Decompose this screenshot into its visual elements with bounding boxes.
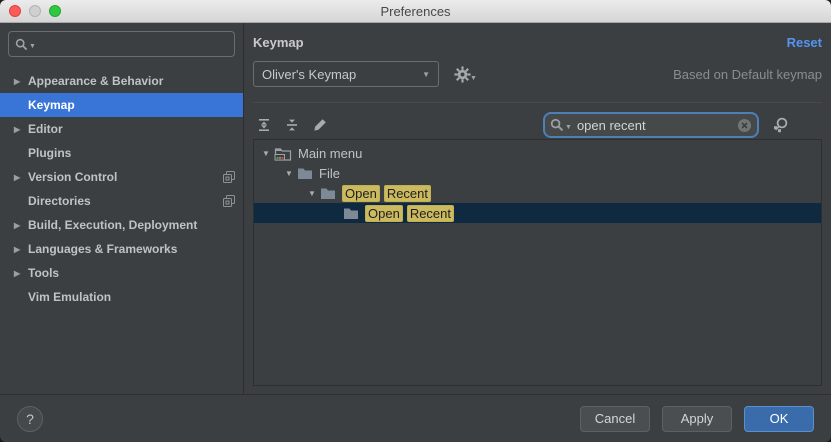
dialog-footer: ? Cancel Apply OK <box>0 395 831 442</box>
sidebar-item-label: Editor <box>28 122 235 136</box>
edit-shortcut-button[interactable] <box>309 114 331 136</box>
preferences-window: Preferences ▼ ▶ Appearance & Behavior Ke… <box>0 0 831 442</box>
sidebar-item-label: Directories <box>28 194 217 208</box>
keymap-select[interactable]: Oliver's Keymap ▼ <box>253 61 439 87</box>
tree-row-open-recent-group[interactable]: ▼ Open Recent <box>254 183 821 203</box>
sidebar-item-label: Build, Execution, Deployment <box>28 218 235 232</box>
menu-folder-icon <box>274 146 292 161</box>
titlebar: Preferences <box>0 0 831 23</box>
sidebar-item-label: Version Control <box>28 170 217 184</box>
find-actions-by-shortcut-button[interactable] <box>772 116 790 134</box>
keymap-select-value: Oliver's Keymap <box>262 67 356 82</box>
clear-search-button[interactable] <box>737 118 752 133</box>
sidebar-item-keymap[interactable]: Keymap <box>0 93 243 117</box>
ok-button[interactable]: OK <box>744 406 814 432</box>
search-match-highlight: Open <box>365 205 403 222</box>
sidebar-item-vim-emulation[interactable]: Vim Emulation <box>0 285 243 309</box>
sidebar-item-plugins[interactable]: Plugins <box>0 141 243 165</box>
keymap-settings-panel: Keymap Reset Oliver's Keymap ▼ <box>244 23 831 394</box>
search-options-caret-icon[interactable]: ▼ <box>29 43 36 50</box>
action-search-input[interactable] <box>575 117 737 134</box>
chevron-down-icon[interactable]: ▼ <box>281 169 297 178</box>
sidebar-item-tools[interactable]: ▶ Tools <box>0 261 243 285</box>
action-search-field[interactable]: ▼ <box>543 112 759 138</box>
help-button[interactable]: ? <box>17 406 43 432</box>
keymap-toolbar: ▼ <box>253 112 822 138</box>
search-match-highlight: Open <box>342 185 380 202</box>
search-icon <box>15 38 28 51</box>
gear-icon <box>454 66 471 83</box>
tree-row-main-menu[interactable]: ▼ Main menu <box>254 143 821 163</box>
folder-icon <box>343 207 359 220</box>
sidebar-item-label: Appearance & Behavior <box>28 74 235 88</box>
tree-row-file[interactable]: ▼ File <box>254 163 821 183</box>
sidebar-item-label: Keymap <box>28 98 235 112</box>
sidebar-item-editor[interactable]: ▶ Editor <box>0 117 243 141</box>
sidebar-item-label: Tools <box>28 266 235 280</box>
tree-row-label: Main menu <box>298 146 362 161</box>
cancel-button[interactable]: Cancel <box>580 406 650 432</box>
expand-all-button[interactable] <box>253 114 275 136</box>
help-icon: ? <box>26 411 34 427</box>
tree-row-label: File <box>319 166 340 181</box>
folder-icon <box>320 187 336 200</box>
page-title: Keymap <box>253 35 304 50</box>
sidebar-item-build-execution-deployment[interactable]: ▶ Build, Execution, Deployment <box>0 213 243 237</box>
chevron-right-icon[interactable]: ▶ <box>14 245 28 254</box>
chevron-right-icon[interactable]: ▶ <box>14 221 28 230</box>
based-on-label: Based on Default keymap <box>673 67 822 82</box>
find-by-shortcut-icon <box>772 116 790 134</box>
actions-tree: ▼ Main menu ▼ <box>253 139 822 386</box>
sidebar-item-label: Languages & Frameworks <box>28 242 235 256</box>
sidebar-item-appearance-behavior[interactable]: ▶ Appearance & Behavior <box>0 69 243 93</box>
search-match-highlight: Recent <box>384 185 431 202</box>
collapse-all-icon <box>284 117 300 133</box>
collapse-all-button[interactable] <box>281 114 303 136</box>
shared-settings-icon <box>223 171 235 183</box>
chevron-right-icon[interactable]: ▶ <box>14 125 28 134</box>
chevron-right-icon[interactable]: ▶ <box>14 269 28 278</box>
tree-row-open-recent-selected[interactable]: Open Recent <box>254 203 821 223</box>
settings-category-list: ▶ Appearance & Behavior Keymap ▶ Editor … <box>0 69 243 309</box>
chevron-right-icon[interactable]: ▶ <box>14 77 28 86</box>
sidebar-search-box[interactable]: ▼ <box>8 31 235 57</box>
pencil-icon <box>312 117 328 133</box>
reset-link[interactable]: Reset <box>787 35 822 50</box>
expand-all-icon <box>256 117 272 133</box>
sidebar-item-directories[interactable]: Directories <box>0 189 243 213</box>
gear-dropdown-caret-icon: ▼ <box>470 75 477 82</box>
shared-settings-icon <box>223 195 235 207</box>
clear-icon <box>737 118 752 133</box>
search-options-caret-icon[interactable]: ▼ <box>565 124 572 131</box>
sidebar-item-version-control[interactable]: ▶ Version Control <box>0 165 243 189</box>
sidebar-item-label: Vim Emulation <box>28 290 235 304</box>
sidebar-search-input[interactable] <box>36 36 228 52</box>
folder-icon <box>297 167 313 180</box>
search-icon <box>550 118 564 132</box>
search-match-highlight: Recent <box>407 205 454 222</box>
section-divider <box>253 102 822 103</box>
chevron-down-icon[interactable]: ▼ <box>258 149 274 158</box>
settings-sidebar: ▼ ▶ Appearance & Behavior Keymap ▶ Edito… <box>0 23 243 394</box>
apply-button[interactable]: Apply <box>662 406 732 432</box>
chevron-down-icon: ▼ <box>422 70 430 79</box>
sidebar-item-languages-frameworks[interactable]: ▶ Languages & Frameworks <box>0 237 243 261</box>
sidebar-item-label: Plugins <box>28 146 235 160</box>
keymap-gear-button[interactable]: ▼ <box>454 66 477 83</box>
chevron-down-icon[interactable]: ▼ <box>304 189 320 198</box>
chevron-right-icon[interactable]: ▶ <box>14 173 28 182</box>
window-title: Preferences <box>0 4 831 19</box>
